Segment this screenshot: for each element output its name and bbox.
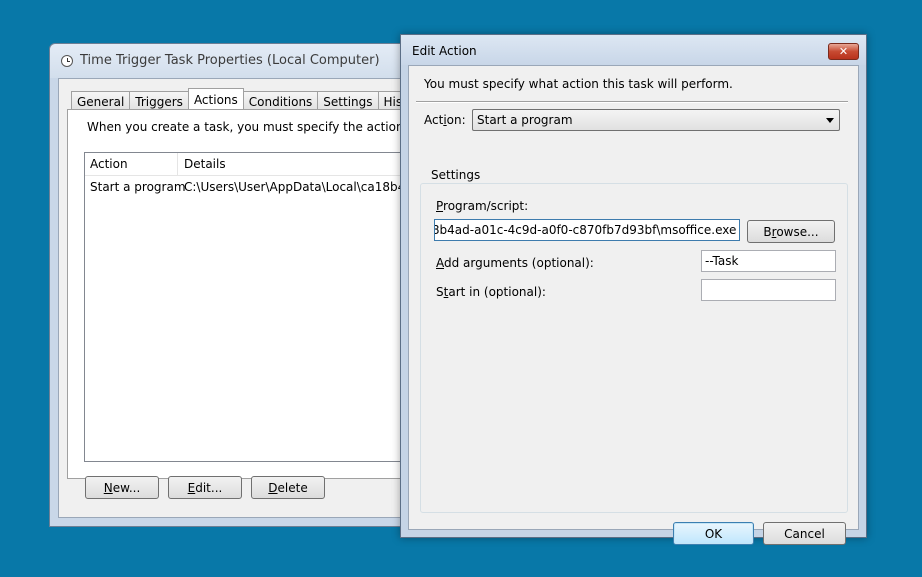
program-label-mnemonic: P	[436, 199, 444, 213]
program-script-input[interactable]: cal\ca18b4ad-a01c-4c9d-a0f0-c870fb7d93bf…	[434, 219, 740, 241]
new-button-mnemonic: N	[103, 480, 113, 495]
instruction-text: You must specify what action this task w…	[424, 77, 733, 91]
edit-action-dialog: Edit Action ✕ You must specify what acti…	[400, 34, 867, 545]
edit-action-title: Edit Action	[412, 44, 477, 58]
tab-strip: General Triggers Actions Conditions Settings…	[71, 87, 441, 112]
program-label-post: rogram/script:	[443, 199, 529, 213]
dropdown-arrow-icon	[826, 118, 834, 123]
action-label-pre: Act	[424, 113, 444, 127]
browse-label-pre: B	[763, 224, 772, 239]
args-label-mnemonic: A	[436, 256, 444, 270]
start-in-input[interactable]	[701, 279, 836, 301]
action-label-post: on:	[446, 113, 466, 127]
edit-action-titlebar[interactable]: Edit Action ✕	[401, 35, 866, 65]
action-list[interactable]: Action Details Start a program C:\Users\…	[84, 152, 408, 462]
clock-icon	[61, 55, 73, 67]
column-divider[interactable]	[177, 153, 178, 175]
row-details-cell: C:\Users\User\AppData\Local\ca18b4ad-	[184, 180, 408, 194]
settings-caption: Settings	[429, 168, 483, 182]
task-properties-titlebar[interactable]: Time Trigger Task Properties (Local Comp…	[50, 44, 408, 78]
delete-button-mnemonic: D	[268, 480, 278, 495]
tab-general[interactable]: General	[71, 91, 131, 111]
actions-intro-text: When you create a task, you must specify…	[87, 120, 449, 134]
row-action-cell: Start a program	[90, 180, 186, 194]
edit-action-client: You must specify what action this task w…	[408, 65, 859, 545]
browse-button[interactable]: Browse...	[747, 220, 835, 243]
tab-triggers[interactable]: Triggers	[129, 91, 189, 111]
task-properties-client: General Triggers Actions Conditions Settings…	[58, 78, 449, 518]
ok-button[interactable]: OK	[673, 522, 754, 545]
edit-button-label-post: dit...	[195, 480, 223, 495]
separator	[416, 101, 848, 103]
action-list-header: Action Details	[85, 153, 408, 176]
start-in-label: Start in (optional):	[436, 285, 546, 299]
add-arguments-input[interactable]: --Task	[701, 250, 836, 272]
column-header-details[interactable]: Details	[184, 157, 226, 171]
task-properties-window: Time Trigger Task Properties (Local Comp…	[49, 43, 449, 527]
startin-label-post: art in (optional):	[448, 285, 546, 299]
action-dropdown[interactable]: Start a program	[472, 109, 840, 131]
delete-button-label-post: elete	[277, 480, 308, 495]
delete-button[interactable]: Delete	[251, 476, 325, 499]
close-icon: ✕	[838, 45, 849, 58]
task-properties-title: Time Trigger Task Properties (Local Comp…	[80, 53, 380, 68]
action-label: Action:	[424, 113, 466, 127]
new-button[interactable]: New...	[85, 476, 159, 499]
action-dropdown-value: Start a program	[477, 113, 573, 127]
column-header-action[interactable]: Action	[90, 157, 128, 171]
tab-settings[interactable]: Settings	[317, 91, 379, 111]
table-row[interactable]: Start a program C:\Users\User\AppData\Lo…	[85, 176, 408, 198]
close-button[interactable]: ✕	[828, 43, 859, 60]
program-script-label: Program/script:	[436, 199, 528, 213]
new-button-label-post: ew...	[112, 480, 141, 495]
browse-label-post: owse...	[776, 224, 819, 239]
actions-tab-page: When you create a task, you must specify…	[67, 109, 449, 479]
args-label-post: dd arguments (optional):	[444, 256, 594, 270]
tab-conditions[interactable]: Conditions	[242, 91, 319, 111]
cancel-button[interactable]: Cancel	[763, 522, 846, 545]
add-arguments-label: Add arguments (optional):	[436, 256, 594, 270]
startin-label-pre: S	[436, 285, 444, 299]
edit-button[interactable]: Edit...	[168, 476, 242, 499]
